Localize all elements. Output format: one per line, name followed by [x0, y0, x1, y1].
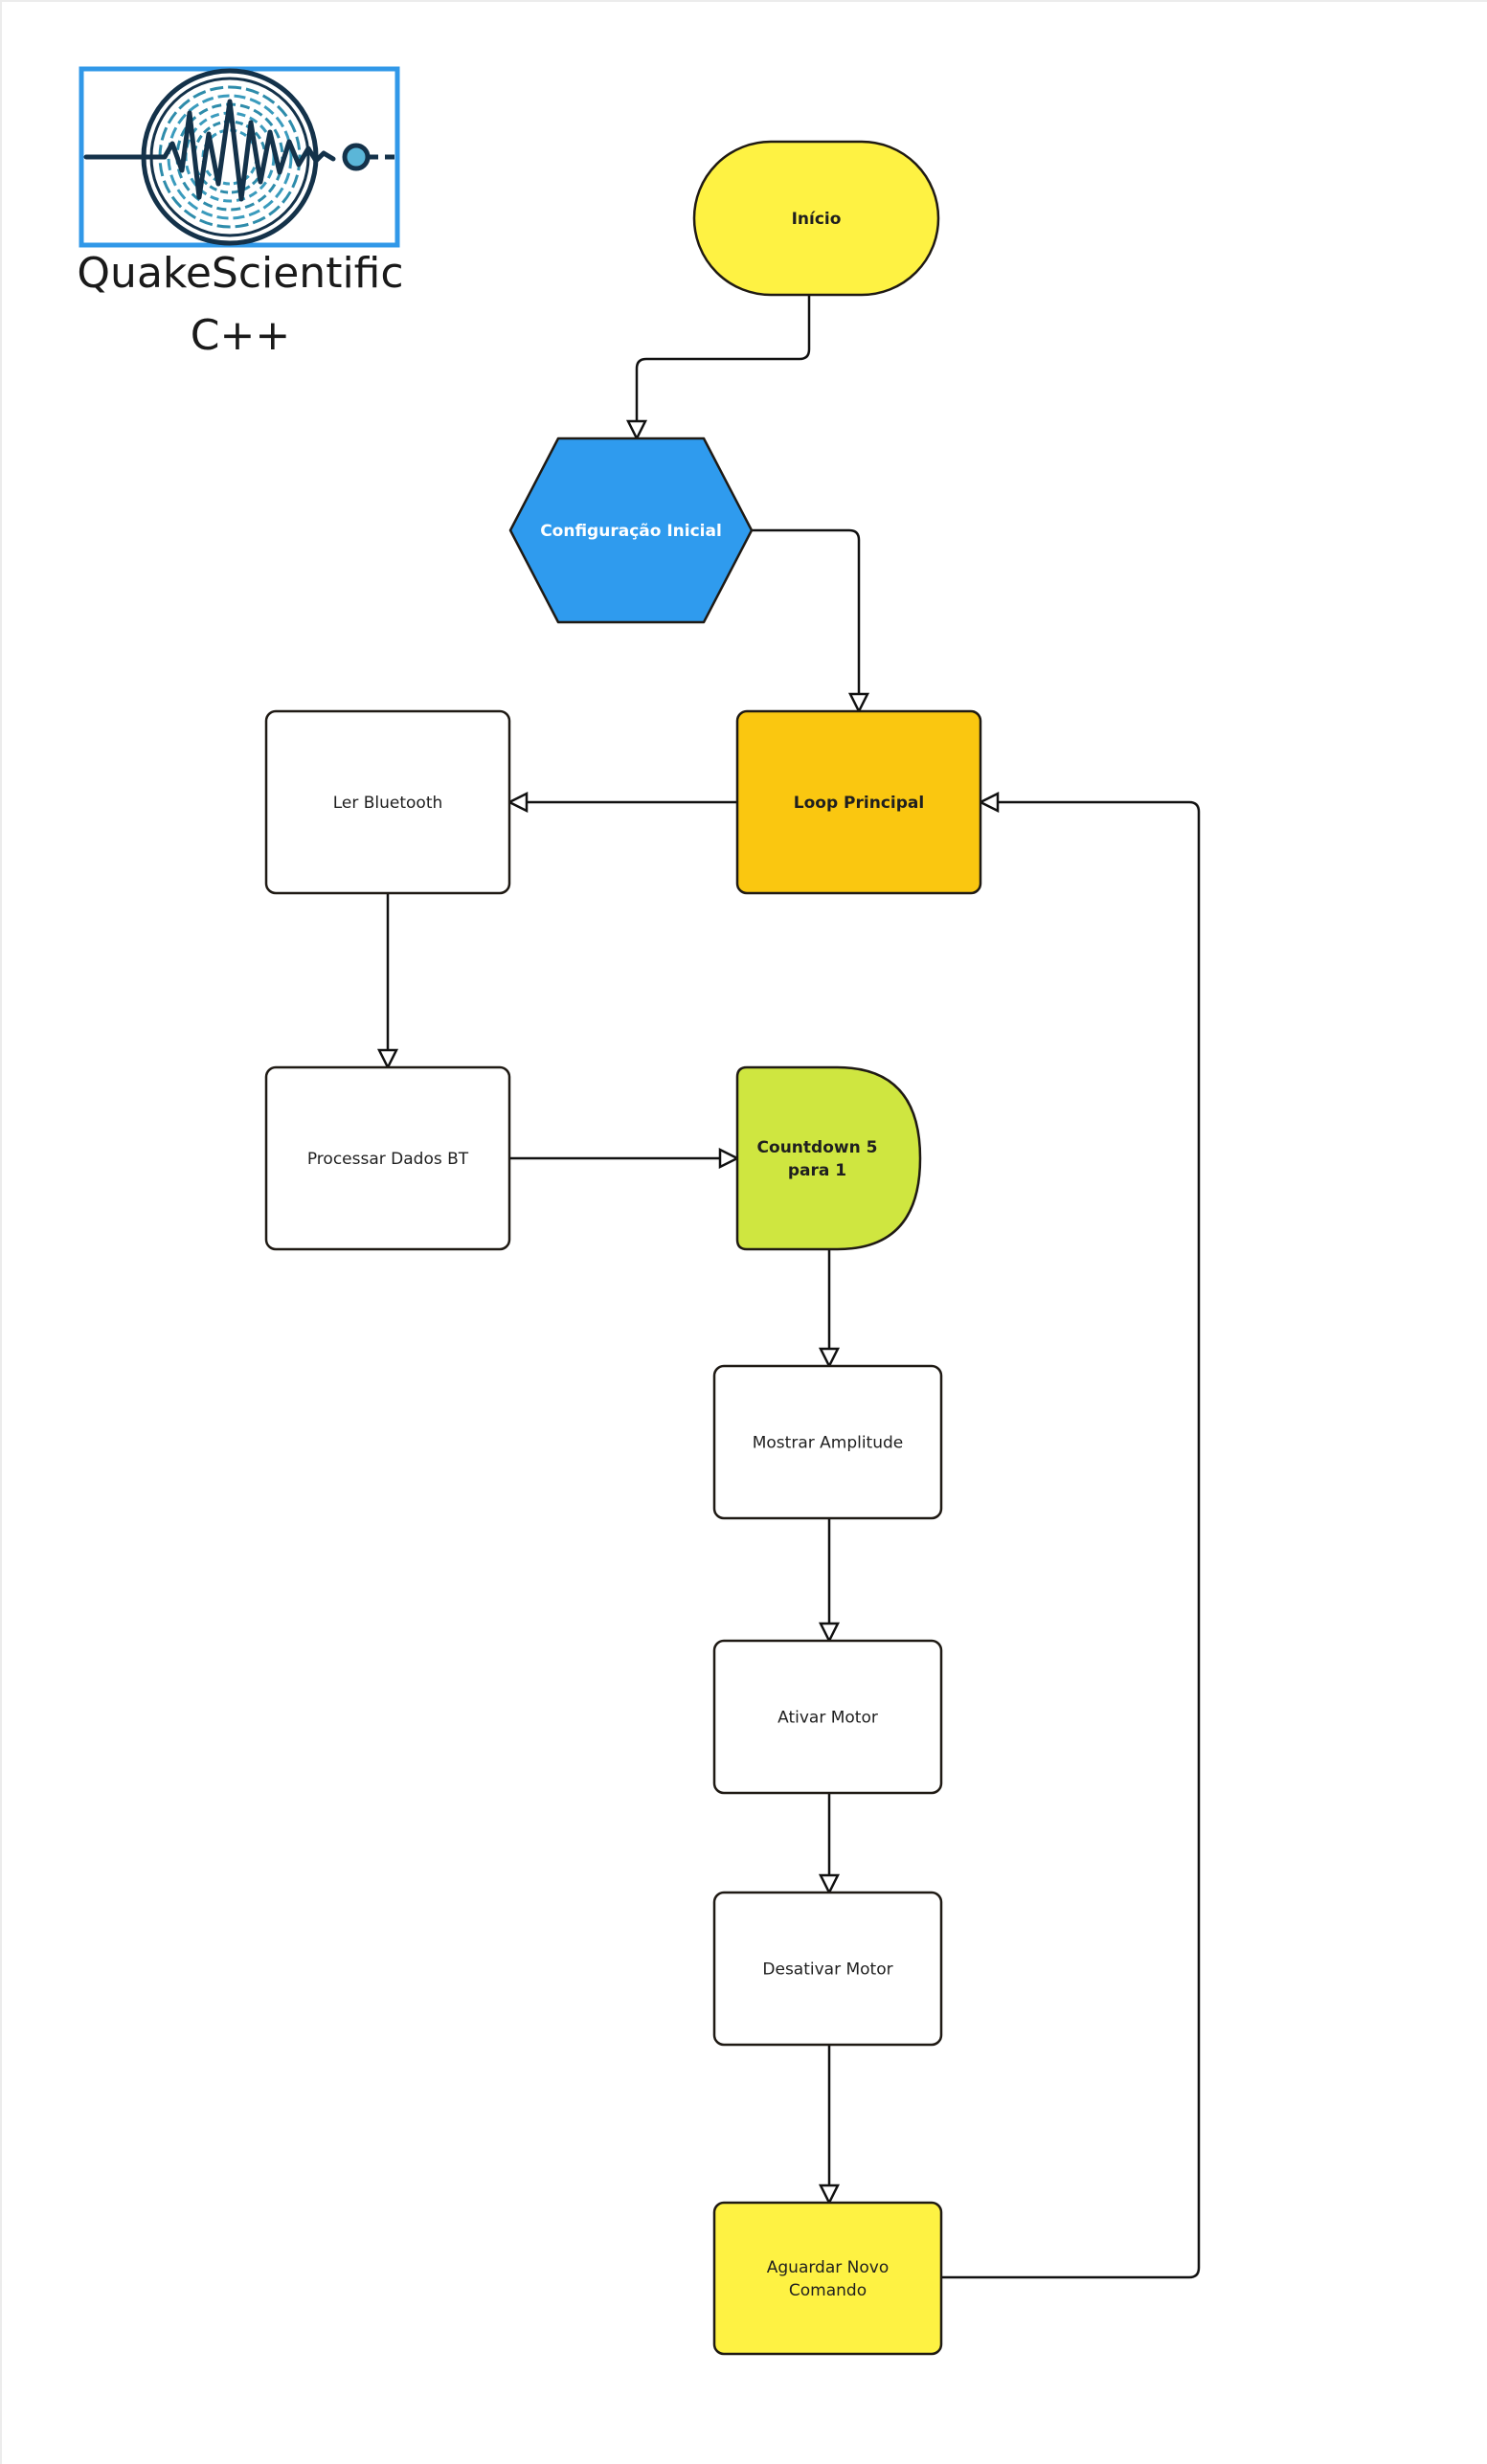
node-processar-dados-bt[interactable]: Processar Dados BT	[264, 1065, 511, 1251]
connector-line	[635, 278, 811, 421]
arrowhead-icon	[818, 2184, 841, 2206]
node-label: Aguardar Novo	[767, 2258, 889, 2277]
node-label: Processar Dados BT	[307, 1150, 469, 1169]
arrowhead-icon	[818, 1873, 841, 1895]
delay-shape	[735, 1065, 922, 1251]
flowchart-canvas: QuakeScientific C++ Início Configuração I…	[77, 66, 1201, 2356]
node-inicio[interactable]: Início	[692, 140, 940, 297]
edge-configuracao-inicial-to-loop-principal[interactable]	[752, 528, 870, 714]
node-label: Countdown 5	[757, 1138, 878, 1157]
rect-shape	[712, 2201, 943, 2356]
node-configuracao-inicial[interactable]: Configuração Inicial	[508, 437, 754, 624]
logo: QuakeScientific C++	[77, 66, 404, 360]
edge-countdown-to-mostrar-amplitude[interactable]	[818, 1249, 841, 1369]
arrowhead-icon	[507, 791, 529, 814]
logo-title: QuakeScientific	[77, 249, 403, 298]
edge-ativar-motor-to-desativar-motor[interactable]	[818, 1793, 841, 1895]
node-label: Comando	[789, 2281, 867, 2300]
node-label: Desativar Motor	[762, 1960, 892, 1980]
arrowhead-icon	[376, 1048, 399, 1070]
arrowhead-icon	[818, 1347, 841, 1369]
edge-processar-dados-bt-to-countdown[interactable]	[509, 1147, 740, 1170]
edge-loop-principal-to-ler-bluetooth[interactable]	[507, 791, 737, 814]
node-label: Início	[792, 210, 842, 229]
node-aguardar-novo-comando[interactable]: Aguardar Novo Comando	[712, 2201, 943, 2356]
node-ler-bluetooth[interactable]: Ler Bluetooth	[264, 709, 511, 895]
node-countdown[interactable]: Countdown 5 para 1	[735, 1065, 922, 1251]
connector-line	[941, 800, 1201, 2279]
arrowhead-icon	[847, 692, 870, 714]
node-mostrar-amplitude[interactable]: Mostrar Amplitude	[712, 1364, 943, 1520]
edge-inicio-to-configuracao-inicial[interactable]	[625, 278, 811, 441]
nodes: Início Configuração Inicial Loop Principal…	[264, 140, 982, 2356]
node-label: Ler Bluetooth	[333, 794, 443, 813]
edge-aguardar-novo-comando-to-loop-principal[interactable]	[941, 791, 1201, 2279]
edge-mostrar-amplitude-to-ativar-motor[interactable]	[818, 1518, 841, 1644]
arrowhead-icon	[818, 1622, 841, 1644]
node-label: Loop Principal	[794, 794, 924, 813]
arrowhead-icon	[625, 419, 648, 441]
edge-ler-bluetooth-to-processar-dados-bt[interactable]	[376, 893, 399, 1070]
node-desativar-motor[interactable]: Desativar Motor	[712, 1891, 943, 2047]
node-loop-principal[interactable]: Loop Principal	[735, 709, 982, 895]
logo-subtitle: C++	[191, 311, 290, 360]
node-label: Ativar Motor	[777, 1709, 878, 1728]
node-label: Configuração Inicial	[540, 522, 722, 541]
node-label: para 1	[788, 1161, 846, 1180]
node-label: Mostrar Amplitude	[753, 1434, 904, 1453]
connector-line	[752, 528, 861, 694]
edge-desativar-motor-to-aguardar-novo-comando[interactable]	[818, 2045, 841, 2206]
arrowhead-icon	[718, 1147, 740, 1170]
node-ativar-motor[interactable]: Ativar Motor	[712, 1639, 943, 1795]
arrowhead-icon	[978, 791, 1000, 814]
